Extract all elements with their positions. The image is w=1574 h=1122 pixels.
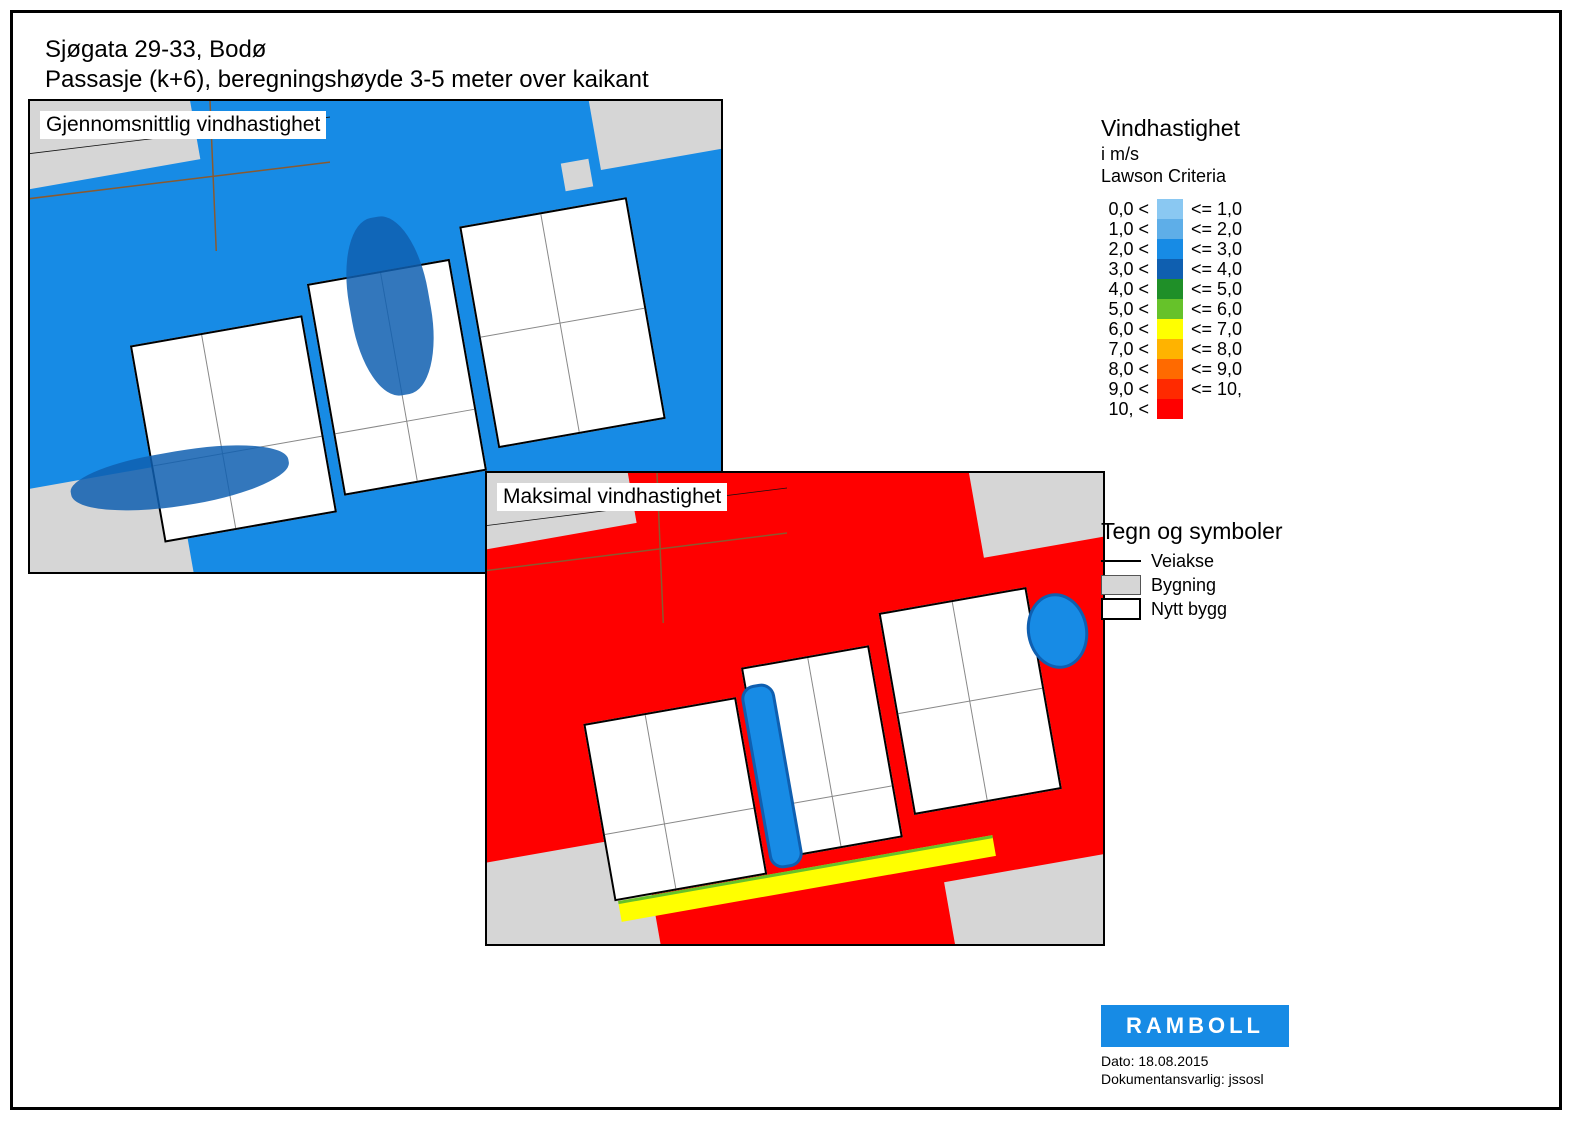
legend-title: Vindhastighet <box>1101 115 1441 142</box>
legend-swatch <box>1157 199 1183 219</box>
ramboll-logo: RAMBOLL <box>1101 1005 1289 1047</box>
legend-swatch <box>1157 219 1183 239</box>
legend-subtitle: i m/s Lawson Criteria <box>1101 144 1441 187</box>
symbol-row: Bygning <box>1101 573 1501 597</box>
legend-high: <= 6,0 <box>1187 299 1242 320</box>
meta-owner: Dokumentansvarlig: jssosl <box>1101 1071 1264 1087</box>
legend-high: <= 10, <box>1187 379 1242 400</box>
new-building-icon <box>1101 600 1141 618</box>
legend-high: <= 2,0 <box>1187 219 1242 240</box>
symbol-label: Bygning <box>1151 575 1216 596</box>
legend-row: 9,0 < <= 10, <box>1101 379 1441 399</box>
legend-swatch <box>1157 359 1183 379</box>
page-frame: Sjøgata 29-33, Bodø Passasje (k+6), bere… <box>10 10 1562 1110</box>
legend-high: <= 5,0 <box>1187 279 1242 300</box>
new-building-1 <box>583 697 767 901</box>
legend-low: 1,0 < <box>1101 219 1153 240</box>
existing-building-icon <box>1101 576 1141 594</box>
legend-low: 6,0 < <box>1101 319 1153 340</box>
symbol-row: Nytt bygg <box>1101 597 1501 621</box>
legend-row: 10, < <box>1101 399 1441 419</box>
legend-swatch <box>1157 299 1183 319</box>
meta-owner-label: Dokumentansvarlig: <box>1101 1071 1229 1087</box>
legend-low: 5,0 < <box>1101 299 1153 320</box>
legend-windspeed: Vindhastighet i m/s Lawson Criteria 0,0 … <box>1101 115 1441 419</box>
legend-low: 3,0 < <box>1101 259 1153 280</box>
title-block: Sjøgata 29-33, Bodø Passasje (k+6), bere… <box>45 35 649 95</box>
legend-row: 5,0 < <= 6,0 <box>1101 299 1441 319</box>
legend-high: <= 8,0 <box>1187 339 1242 360</box>
legend-low: 2,0 < <box>1101 239 1153 260</box>
symbol-label: Veiakse <box>1151 551 1214 572</box>
panel-label-average: Gjennomsnittlig vindhastighet <box>40 111 326 139</box>
logo-text: RAMBOLL <box>1126 1013 1264 1039</box>
title-line-2: Passasje (k+6), beregningshøyde 3-5 mete… <box>45 65 649 95</box>
legend-row: 4,0 < <= 5,0 <box>1101 279 1441 299</box>
panel-max-windspeed: Maksimal vindhastighet <box>485 471 1105 946</box>
legend-high: <= 7,0 <box>1187 319 1242 340</box>
legend-low: 10, < <box>1101 399 1153 420</box>
legend-low: 9,0 < <box>1101 379 1153 400</box>
legend-swatch <box>1157 279 1183 299</box>
legend-high: <= 3,0 <box>1187 239 1242 260</box>
legend-high: <= 9,0 <box>1187 359 1242 380</box>
legend-high: <= 1,0 <box>1187 199 1242 220</box>
title-line-1: Sjøgata 29-33, Bodø <box>45 35 649 65</box>
symbol-label: Nytt bygg <box>1151 599 1227 620</box>
legend-high: <= 4,0 <box>1187 259 1242 280</box>
legend-row: 7,0 < <= 8,0 <box>1101 339 1441 359</box>
legend-symbols: Tegn og symboler Veiakse Bygning Nytt bygg <box>1101 518 1501 621</box>
panel-label-max: Maksimal vindhastighet <box>497 483 727 511</box>
meta-date-value: 18.08.2015 <box>1138 1053 1208 1069</box>
symbol-row: Veiakse <box>1101 549 1501 573</box>
legend-row: 6,0 < <= 7,0 <box>1101 319 1441 339</box>
legend-swatch <box>1157 319 1183 339</box>
legend-row: 3,0 < <= 4,0 <box>1101 259 1441 279</box>
legend-row: 0,0 < <= 1,0 <box>1101 199 1441 219</box>
legend-swatch <box>1157 239 1183 259</box>
legend-swatch <box>1157 339 1183 359</box>
legend-swatch <box>1157 399 1183 419</box>
existing-building <box>561 159 593 191</box>
legend-row: 2,0 < <= 3,0 <box>1101 239 1441 259</box>
legend-low: 0,0 < <box>1101 199 1153 220</box>
legend-rows: 0,0 < <= 1,0 1,0 < <= 2,0 2,0 < <= 3,0 3,0 < <=… <box>1101 199 1441 419</box>
meta-owner-value: jssosl <box>1229 1071 1264 1087</box>
legend-swatch <box>1157 259 1183 279</box>
symbol-rows: Veiakse Bygning Nytt bygg <box>1101 549 1501 621</box>
legend-low: 8,0 < <box>1101 359 1153 380</box>
legend-low: 7,0 < <box>1101 339 1153 360</box>
legend-row: 1,0 < <= 2,0 <box>1101 219 1441 239</box>
road-axis-icon <box>1101 552 1141 570</box>
symbols-title: Tegn og symboler <box>1101 518 1501 545</box>
meta-date-label: Dato: <box>1101 1053 1138 1069</box>
legend-swatch <box>1157 379 1183 399</box>
meta-date: Dato: 18.08.2015 <box>1101 1053 1208 1069</box>
legend-row: 8,0 < <= 9,0 <box>1101 359 1441 379</box>
legend-low: 4,0 < <box>1101 279 1153 300</box>
